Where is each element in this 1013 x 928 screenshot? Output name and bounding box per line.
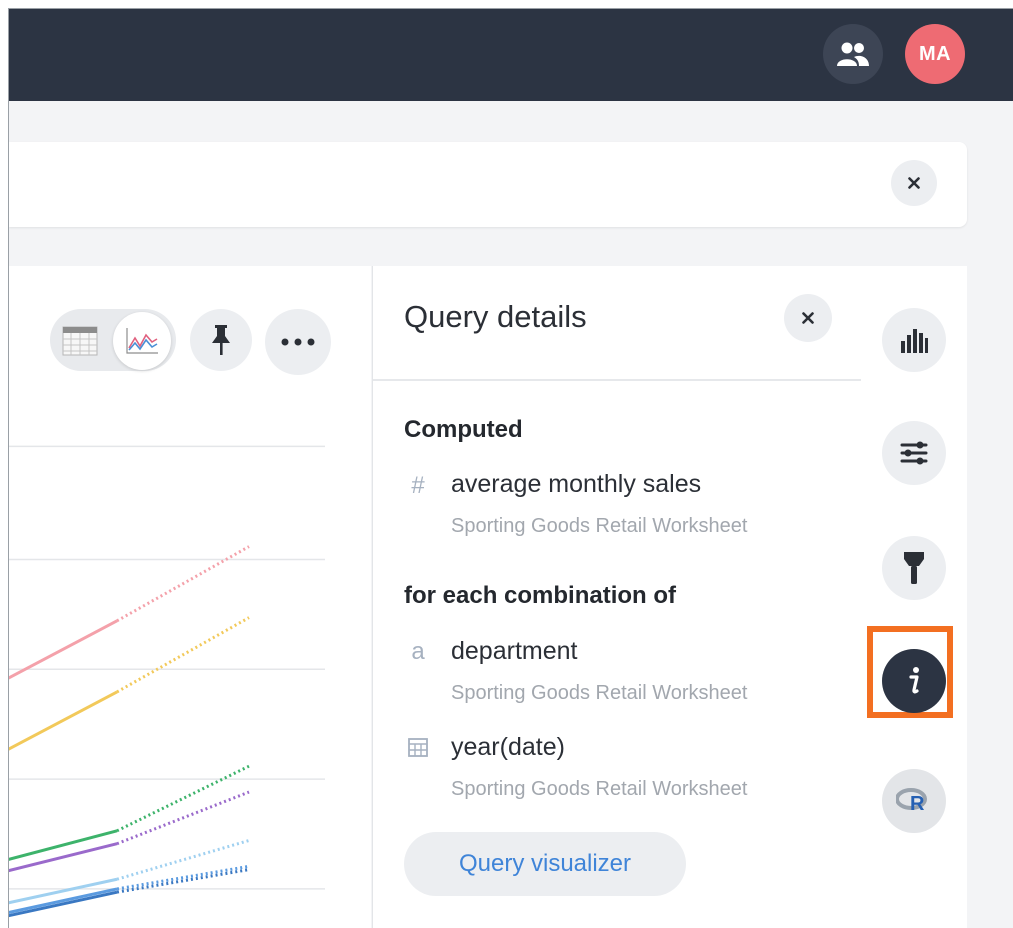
more-icon <box>281 338 315 346</box>
rail-r-analysis-button[interactable]: R <box>882 769 946 833</box>
close-icon <box>802 312 814 324</box>
chart-view-icon[interactable] <box>113 312 171 370</box>
calendar-icon <box>405 736 431 765</box>
app-page: MA Query details Computed # average mont… <box>9 8 1013 928</box>
window-top-edge <box>8 8 1013 9</box>
column-name: year(date) <box>451 733 565 761</box>
series-line-1 <box>9 690 118 751</box>
series-forecast-line-4 <box>116 839 250 881</box>
rail-chart-button[interactable] <box>882 308 946 372</box>
top-nav-bar: MA <box>9 8 1013 101</box>
pin-button[interactable] <box>190 309 252 371</box>
query-details-panel-wrap: Query details Computed # average monthly… <box>371 266 862 928</box>
panel-title: Query details <box>404 299 587 334</box>
text-type-icon: a <box>411 638 425 665</box>
column-source: Sporting Goods Retail Worksheet <box>451 778 748 800</box>
query-visualizer-button[interactable]: Query visualizer <box>404 832 686 896</box>
right-tool-rail: R <box>861 266 967 928</box>
series-forecast-line-5 <box>116 864 250 891</box>
group-heading: for each combination of <box>404 582 677 609</box>
search-bar[interactable] <box>9 142 967 227</box>
query-details-panel: Query details Computed # average monthly… <box>372 266 862 928</box>
number-type-icon: # <box>411 472 425 499</box>
people-icon[interactable] <box>823 24 883 84</box>
view-toggle[interactable] <box>50 309 176 371</box>
column-name: average monthly sales <box>451 470 702 498</box>
computed-heading: Computed <box>404 416 523 443</box>
column-source: Sporting Goods Retail Worksheet <box>451 682 748 704</box>
close-panel-button[interactable] <box>784 294 832 342</box>
panel-header: Query details <box>373 266 862 381</box>
paintbrush-icon <box>904 552 924 584</box>
r-analysis-icon: R <box>896 788 927 815</box>
rail-settings-button[interactable] <box>882 421 946 485</box>
info-icon <box>909 667 919 694</box>
rail-info-button[interactable] <box>882 649 946 713</box>
chart-card <box>9 266 371 928</box>
series-forecast-line-3 <box>116 790 250 846</box>
rail-format-button[interactable] <box>882 536 946 600</box>
series-line-0 <box>9 619 118 680</box>
series-forecast-line-1 <box>116 616 250 694</box>
series-forecast-line-0 <box>116 545 250 623</box>
series-line-3 <box>9 842 118 873</box>
table-view-icon[interactable] <box>62 324 98 358</box>
user-avatar[interactable]: MA <box>905 24 965 84</box>
line-chart <box>9 445 325 918</box>
sliders-icon <box>900 441 928 465</box>
window-left-edge <box>8 8 9 928</box>
column-source: Sporting Goods Retail Worksheet <box>451 515 748 537</box>
clear-search-button[interactable] <box>891 160 937 206</box>
pin-icon <box>212 325 230 355</box>
close-icon <box>908 177 920 189</box>
bar-chart-icon <box>901 329 928 353</box>
column-name: department <box>451 637 578 665</box>
more-options-button[interactable] <box>265 309 331 375</box>
svg-text:R: R <box>910 793 925 815</box>
